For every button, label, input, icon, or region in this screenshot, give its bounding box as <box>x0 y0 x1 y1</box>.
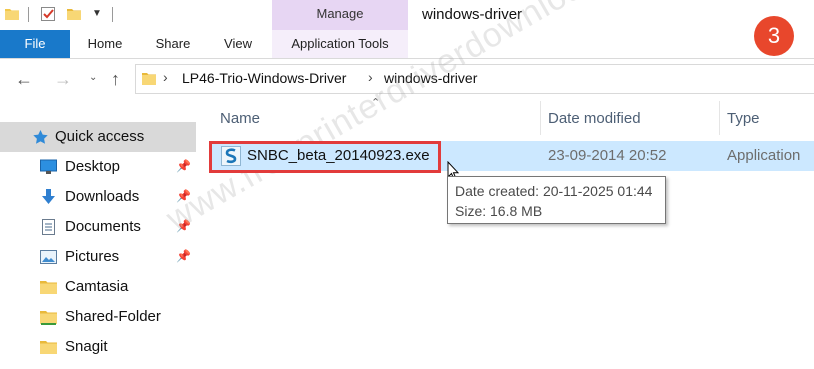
tab-application-tools[interactable]: Application Tools <box>272 30 408 58</box>
column-header-type[interactable]: Type <box>727 108 760 130</box>
column-divider[interactable] <box>719 101 720 135</box>
manage-label[interactable]: Manage <box>272 0 408 30</box>
toolbar-separator <box>28 7 29 22</box>
sidebar-item-label: Desktop <box>65 158 121 175</box>
sidebar-item-camtasia[interactable]: Camtasia <box>0 272 196 302</box>
pictures-icon <box>40 249 57 265</box>
tab-home[interactable]: Home <box>76 30 134 58</box>
folder-icon[interactable] <box>4 6 20 22</box>
sidebar-item-desktop[interactable]: Desktop 📌 <box>0 152 196 182</box>
tab-view[interactable]: View <box>212 30 264 58</box>
properties-check-icon[interactable] <box>40 6 56 22</box>
file-date-modified: 23-09-2014 20:52 <box>548 147 667 164</box>
customize-toolbar-dropdown-icon[interactable]: ▼ <box>92 8 102 19</box>
tab-share[interactable]: Share <box>145 30 201 58</box>
breadcrumb-chevron-icon[interactable]: › <box>163 69 168 85</box>
file-info-tooltip: Date created: 20-11-2025 01:44 Size: 16.… <box>447 176 666 224</box>
column-header-date-modified[interactable]: Date modified <box>548 108 641 130</box>
forward-arrow-icon[interactable]: → <box>54 68 72 90</box>
documents-icon <box>40 219 57 235</box>
folder-icon <box>40 279 57 295</box>
toolbar-separator <box>112 7 113 22</box>
annotation-highlight-box <box>209 141 441 173</box>
desktop-icon <box>40 159 57 175</box>
star-icon <box>32 129 49 145</box>
sidebar-item-quick-access[interactable]: Quick access <box>0 122 196 152</box>
shared-folder-icon <box>40 309 57 325</box>
sidebar-item-label: Snagit <box>65 338 108 355</box>
folder-icon <box>40 339 57 355</box>
breadcrumb-lp46-trio-windows-driver[interactable]: LP46-Trio-Windows-Driver <box>182 70 346 86</box>
back-arrow-icon[interactable]: ← <box>15 68 33 90</box>
sidebar-item-label: Pictures <box>65 248 120 265</box>
step-badge: 3 <box>754 16 794 56</box>
sidebar-item-label: Quick access <box>55 128 145 145</box>
up-arrow-icon[interactable]: ↑ <box>111 68 120 90</box>
sidebar-item-pictures[interactable]: Pictures 📌 <box>0 242 196 272</box>
column-divider[interactable] <box>540 101 541 135</box>
download-arrow-icon <box>40 189 57 205</box>
pin-icon[interactable]: 📌 <box>176 249 191 263</box>
folder-icon <box>142 71 156 91</box>
new-folder-icon[interactable] <box>66 6 82 22</box>
recent-locations-chevron-icon[interactable]: ⌄ <box>89 72 97 83</box>
sidebar-item-snagit[interactable]: Snagit <box>0 332 196 362</box>
tooltip-size: Size: 16.8 MB <box>455 203 543 219</box>
sidebar-item-label: Shared-Folder <box>65 308 161 325</box>
tooltip-date-created: Date created: 20-11-2025 01:44 <box>455 183 653 199</box>
pin-icon[interactable]: 📌 <box>176 159 191 173</box>
sidebar-item-label: Camtasia <box>65 278 129 295</box>
column-header-name[interactable]: Name <box>220 108 260 130</box>
sidebar-item-shared-folder[interactable]: Shared-Folder <box>0 302 196 332</box>
sidebar-item-label: Documents <box>65 218 141 235</box>
tab-file[interactable]: File <box>0 30 70 58</box>
sidebar-item-label: Downloads <box>65 188 140 205</box>
file-type: Application <box>727 147 801 164</box>
